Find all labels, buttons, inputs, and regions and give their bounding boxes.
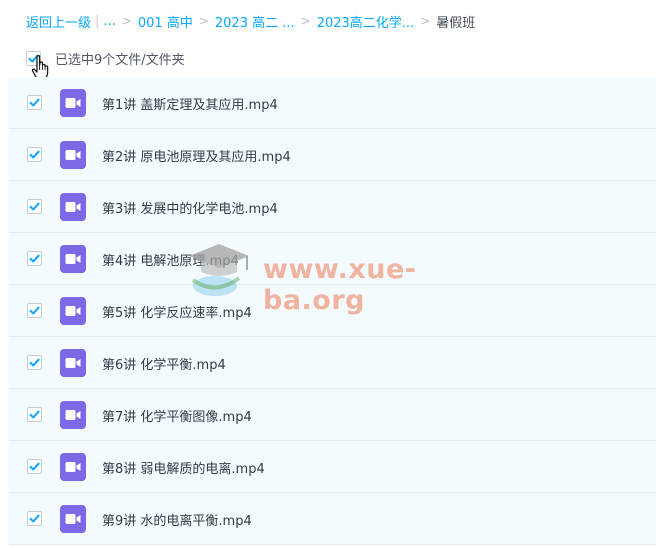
video-file-icon [60, 193, 86, 221]
check-icon [29, 514, 40, 523]
file-checkbox[interactable] [27, 95, 42, 110]
check-icon [29, 306, 40, 315]
video-file-icon [60, 349, 86, 377]
file-name[interactable]: 第3讲 发展中的化学电池.mp4 [102, 198, 278, 217]
breadcrumb-current: 暑假班 [436, 15, 476, 31]
file-row[interactable]: 第3讲 发展中的化学电池.mp4 [9, 181, 656, 233]
video-file-icon [60, 297, 86, 325]
file-checkbox[interactable] [27, 199, 42, 214]
file-row[interactable]: 第9讲 水的电离平衡.mp4 [9, 493, 656, 545]
file-checkbox[interactable] [27, 459, 42, 474]
selection-count-label: 已选中9个文件/文件夹 [55, 52, 185, 68]
file-checkbox[interactable] [27, 407, 42, 422]
chevron-right-icon: > [121, 14, 132, 28]
file-row[interactable]: 第8讲 弱电解质的电离.mp4 [9, 441, 656, 493]
file-checkbox[interactable] [27, 511, 42, 526]
video-file-icon [60, 453, 86, 481]
file-row[interactable]: 第5讲 化学反应速率.mp4 [9, 285, 656, 337]
video-file-icon [60, 245, 86, 273]
file-name[interactable]: 第5讲 化学反应速率.mp4 [102, 302, 252, 321]
file-name[interactable]: 第1讲 盖斯定理及其应用.mp4 [102, 94, 278, 113]
file-row[interactable]: 第6讲 化学平衡.mp4 [9, 337, 656, 389]
back-link[interactable]: 返回上一级 [26, 12, 91, 31]
file-row[interactable]: 第7讲 化学平衡图像.mp4 [9, 389, 656, 441]
file-row[interactable]: 第2讲 原电池原理及其应用.mp4 [9, 129, 656, 181]
chevron-right-icon: > [300, 14, 311, 28]
check-icon [29, 202, 40, 211]
check-icon [29, 358, 40, 367]
file-checkbox[interactable] [27, 147, 42, 162]
check-icon [29, 254, 40, 263]
file-checkbox[interactable] [27, 355, 42, 370]
file-row[interactable]: 第1讲 盖斯定理及其应用.mp4 [9, 77, 656, 129]
file-name[interactable]: 第7讲 化学平衡图像.mp4 [102, 406, 252, 425]
breadcrumb-divider: | [95, 13, 100, 29]
chevron-right-icon: > [420, 14, 431, 28]
file-name[interactable]: 第8讲 弱电解质的电离.mp4 [102, 458, 265, 477]
chevron-right-icon: > [198, 14, 209, 28]
file-name[interactable]: 第9讲 水的电离平衡.mp4 [102, 510, 252, 529]
breadcrumb-item-1[interactable]: 001 高中 [138, 12, 193, 31]
breadcrumb-ellipsis[interactable]: ... [103, 14, 115, 29]
file-checkbox[interactable] [27, 251, 42, 266]
file-name[interactable]: 第2讲 原电池原理及其应用.mp4 [102, 146, 291, 165]
file-checkbox[interactable] [27, 303, 42, 318]
file-name[interactable]: 第6讲 化学平衡.mp4 [102, 354, 226, 373]
video-file-icon [60, 401, 86, 429]
breadcrumb-item-2[interactable]: 2023 高二 ... [215, 12, 295, 31]
video-file-icon [60, 505, 86, 533]
breadcrumb: 返回上一级 | ... > 001 高中 > 2023 高二 ... > 202… [26, 11, 475, 31]
check-icon [29, 150, 40, 159]
file-name[interactable]: 第4讲 电解池原理.mp4 [102, 250, 239, 269]
check-icon [29, 462, 40, 471]
file-list: 第1讲 盖斯定理及其应用.mp4 第2讲 原电池原理及其应用.mp4 第3讲 发展中… [9, 77, 656, 545]
check-icon [29, 98, 40, 107]
check-icon [29, 410, 40, 419]
file-row[interactable]: 第4讲 电解池原理.mp4 [9, 233, 656, 285]
video-file-icon [60, 141, 86, 169]
breadcrumb-item-3[interactable]: 2023高二化学... [317, 12, 414, 31]
video-file-icon [60, 89, 86, 117]
